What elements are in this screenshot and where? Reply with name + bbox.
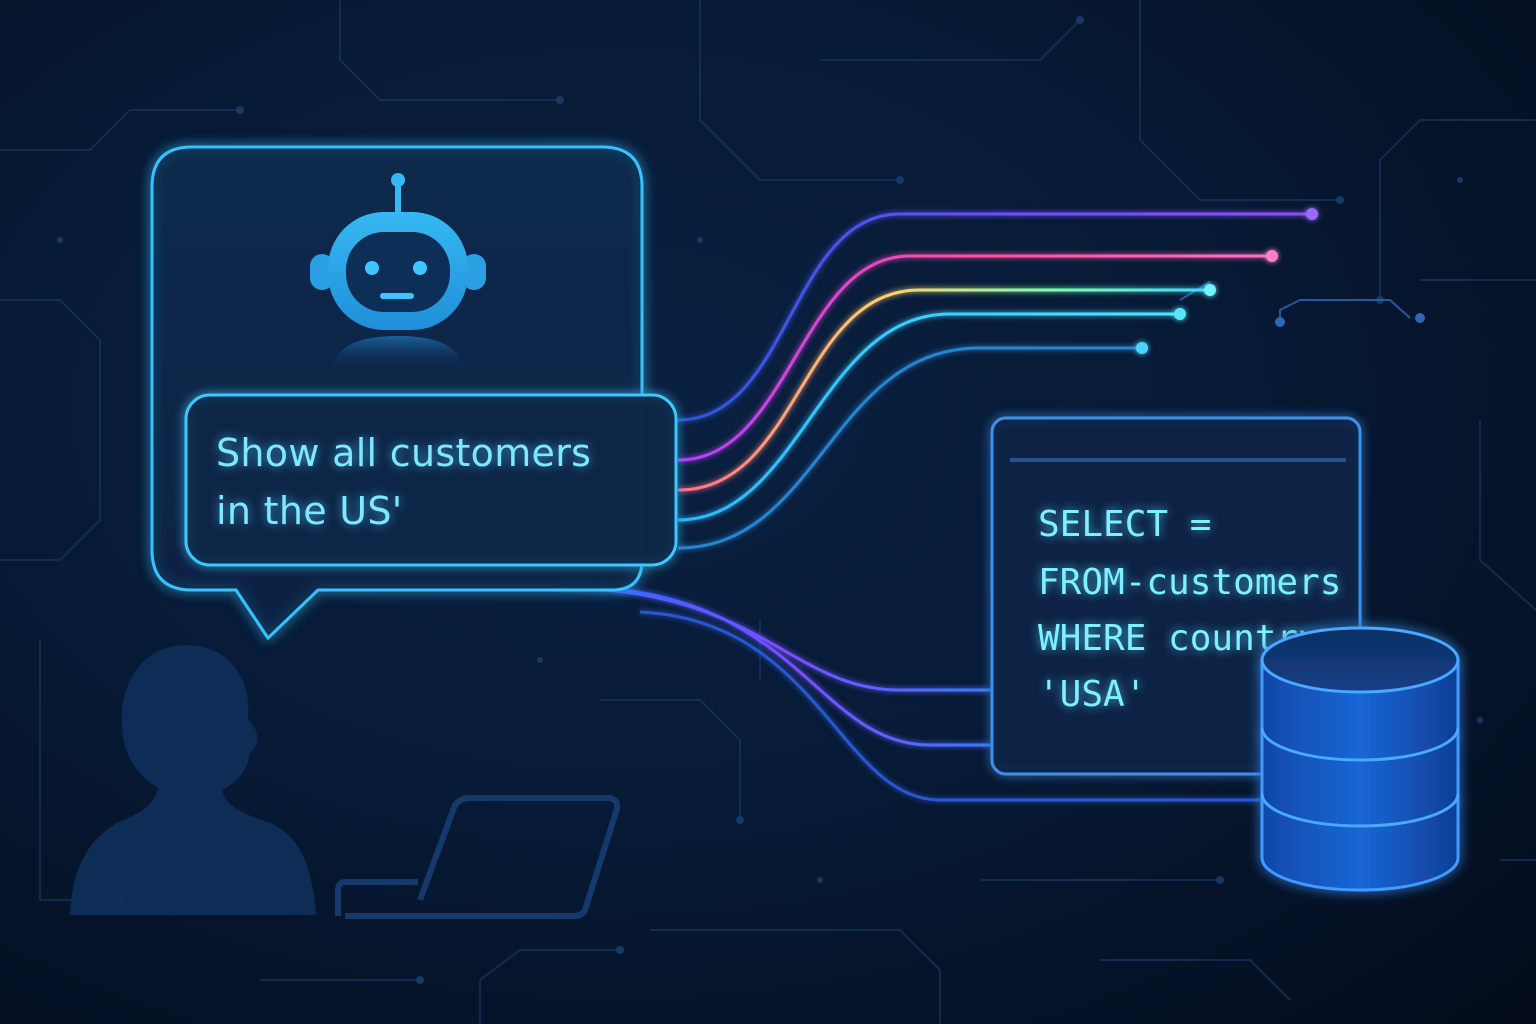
nl-to-sql-illustration: Show all customers in the US' SELECT = F… [0, 0, 1536, 1024]
database-icon [1260, 626, 1460, 892]
